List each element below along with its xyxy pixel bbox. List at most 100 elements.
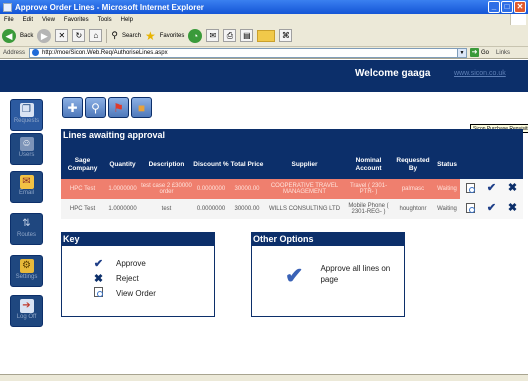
view-order-icon bbox=[466, 182, 475, 193]
column-header-reject bbox=[502, 142, 523, 179]
favorites-star-icon[interactable]: ★ bbox=[145, 29, 156, 43]
cell-description: test case 2 £30000 order bbox=[141, 179, 192, 199]
edit-icon[interactable]: ▤ bbox=[240, 29, 254, 42]
column-header-discount[interactable]: Discount % bbox=[192, 142, 230, 179]
approve-all-button[interactable]: ✔ Approve all lines on page bbox=[285, 263, 404, 287]
search-button-label[interactable]: Search bbox=[122, 33, 141, 39]
approve-button[interactable]: ✔ bbox=[481, 199, 502, 219]
menu-file[interactable]: File bbox=[4, 17, 14, 23]
cell-requested-by: palmasc bbox=[392, 179, 434, 199]
view-order-button[interactable] bbox=[460, 179, 481, 199]
print-icon[interactable]: ⎙ bbox=[223, 29, 237, 42]
menu-view[interactable]: View bbox=[42, 17, 55, 23]
sidebar-item-requests[interactable]: ❐ Requests bbox=[10, 99, 43, 131]
column-header-description[interactable]: Description bbox=[141, 142, 192, 179]
column-header-nominal[interactable]: Nominal Account bbox=[345, 142, 392, 179]
users-icon: ☺ bbox=[19, 137, 34, 151]
cell-nominal: Travel ( 2301-PTR- ) bbox=[345, 179, 392, 199]
cell-discount: 0.0000000 bbox=[192, 199, 230, 219]
menu-tools[interactable]: Tools bbox=[98, 17, 112, 23]
approve-tick-icon: ✔ bbox=[486, 181, 497, 194]
lines-table: Sage Company Quantity Description Discou… bbox=[61, 142, 523, 219]
stop-icon[interactable]: ✕ bbox=[55, 29, 69, 42]
table-row[interactable]: HPC Test 1.0000000 test 0.0000000 30000.… bbox=[61, 199, 523, 219]
home-icon[interactable]: ⌂ bbox=[89, 29, 103, 42]
key-label: Approve bbox=[116, 259, 146, 268]
column-header-view bbox=[460, 142, 481, 179]
column-header-approve bbox=[481, 142, 502, 179]
go-button[interactable]: ➜ Go bbox=[470, 48, 489, 57]
close-button[interactable]: ✕ bbox=[514, 1, 526, 13]
menu-help[interactable]: Help bbox=[121, 17, 133, 23]
sidebar-item-label: Log Off bbox=[16, 314, 37, 320]
sidebar-item-label: Email bbox=[18, 190, 34, 196]
links-label[interactable]: Links bbox=[496, 50, 510, 56]
cell-total: 30000.00 bbox=[230, 179, 264, 199]
address-url[interactable]: http://moe/Sicon.Web.Req/AuthoriseLines.… bbox=[42, 50, 168, 56]
reject-button[interactable]: ✖ bbox=[502, 179, 523, 199]
site-link[interactable]: www.sicon.co.uk bbox=[454, 70, 506, 77]
approve-requests-button[interactable]: ⚑ bbox=[108, 97, 129, 118]
column-header-total[interactable]: Total Price bbox=[230, 142, 264, 179]
box-icon: ■ bbox=[137, 100, 146, 115]
plus-icon: ✚ bbox=[67, 100, 78, 115]
approve-button[interactable]: ✔ bbox=[481, 179, 502, 199]
menu-edit[interactable]: Edit bbox=[23, 17, 33, 23]
menu-favorites[interactable]: Favorites bbox=[64, 17, 89, 23]
other-options-panel: Other Options ✔ Approve all lines on pag… bbox=[251, 232, 405, 317]
favorites-button-label[interactable]: Favorites bbox=[160, 33, 185, 39]
page-header: Welcome gaaga www.sicon.co.uk bbox=[0, 60, 528, 92]
sidebar-item-settings[interactable]: ⚙ Settings bbox=[10, 255, 43, 287]
address-dropdown-icon[interactable]: ▼ bbox=[457, 48, 467, 57]
maximize-button[interactable]: □ bbox=[501, 1, 513, 13]
back-arrow-icon[interactable]: ◀ bbox=[2, 28, 16, 43]
sidebar-item-routes[interactable]: ⇅ Routes bbox=[10, 213, 43, 245]
cell-nominal: Mobile Phone ( 2301-REG- ) bbox=[345, 199, 392, 219]
reject-button[interactable]: ✖ bbox=[502, 199, 523, 219]
routes-icon: ⇅ bbox=[22, 218, 31, 229]
sidebar-item-log-off[interactable]: ➔ Log Off bbox=[10, 295, 43, 327]
view-order-icon bbox=[93, 287, 104, 300]
key-item-view-order: View Order bbox=[93, 287, 156, 300]
search-icon[interactable]: ⚲ bbox=[111, 30, 118, 41]
back-button-label[interactable]: Back bbox=[20, 33, 33, 39]
sidebar-item-label: Settings bbox=[15, 274, 38, 280]
key-label: Reject bbox=[116, 274, 139, 283]
messenger-icon[interactable]: ⌘ bbox=[279, 29, 293, 42]
go-arrow-icon: ➜ bbox=[470, 48, 480, 57]
folder-icon[interactable] bbox=[257, 29, 276, 42]
orders-button[interactable]: ■ bbox=[131, 97, 152, 118]
sidebar-item-email[interactable]: ✉ Email bbox=[10, 171, 43, 203]
forward-arrow-icon[interactable]: ▶ bbox=[37, 28, 52, 43]
address-input[interactable]: http://moe/Sicon.Web.Req/AuthoriseLines.… bbox=[29, 47, 468, 58]
table-header-row: Sage Company Quantity Description Discou… bbox=[61, 142, 523, 179]
minimize-button[interactable]: _ bbox=[488, 1, 500, 13]
lines-section-title: Lines awaiting approval bbox=[61, 129, 523, 142]
cell-quantity: 1.0000000 bbox=[104, 179, 141, 199]
page-icon bbox=[32, 49, 40, 56]
refresh-icon[interactable]: ↻ bbox=[72, 29, 86, 42]
window-controls: _ □ ✕ bbox=[488, 1, 526, 13]
column-header-quantity[interactable]: Quantity bbox=[104, 142, 141, 179]
cell-description: test bbox=[141, 199, 192, 219]
column-header-company[interactable]: Sage Company bbox=[61, 142, 104, 179]
add-request-button[interactable]: ✚ bbox=[62, 97, 83, 118]
flag-icon: ⚑ bbox=[113, 100, 124, 115]
address-bar: Address http://moe/Sicon.Web.Req/Authori… bbox=[0, 47, 528, 59]
table-row[interactable]: HPC Test 1.0000000 test case 2 £30000 or… bbox=[61, 179, 523, 199]
column-header-supplier[interactable]: Supplier bbox=[264, 142, 345, 179]
column-header-status[interactable]: Status bbox=[434, 142, 460, 179]
mail-icon[interactable]: ✉ bbox=[206, 29, 220, 42]
window-title-bar: Approve Order Lines - Microsoft Internet… bbox=[0, 0, 528, 14]
history-icon[interactable]: ◔ bbox=[188, 28, 203, 43]
sidebar-item-label: Routes bbox=[16, 232, 36, 238]
key-panel: Key ✔ Approve ✖ Reject View Order bbox=[61, 232, 215, 317]
ie-app-icon bbox=[3, 2, 12, 12]
search-requests-button[interactable]: ⚲ bbox=[85, 97, 106, 118]
sidebar-item-users[interactable]: ☺ Users bbox=[10, 133, 43, 165]
cell-status: Waiting bbox=[434, 199, 460, 219]
cell-discount: 0.0000000 bbox=[192, 179, 230, 199]
column-header-requested-by[interactable]: Requested By bbox=[392, 142, 434, 179]
view-order-button[interactable] bbox=[460, 199, 481, 219]
approve-tick-icon: ✔ bbox=[93, 258, 104, 270]
